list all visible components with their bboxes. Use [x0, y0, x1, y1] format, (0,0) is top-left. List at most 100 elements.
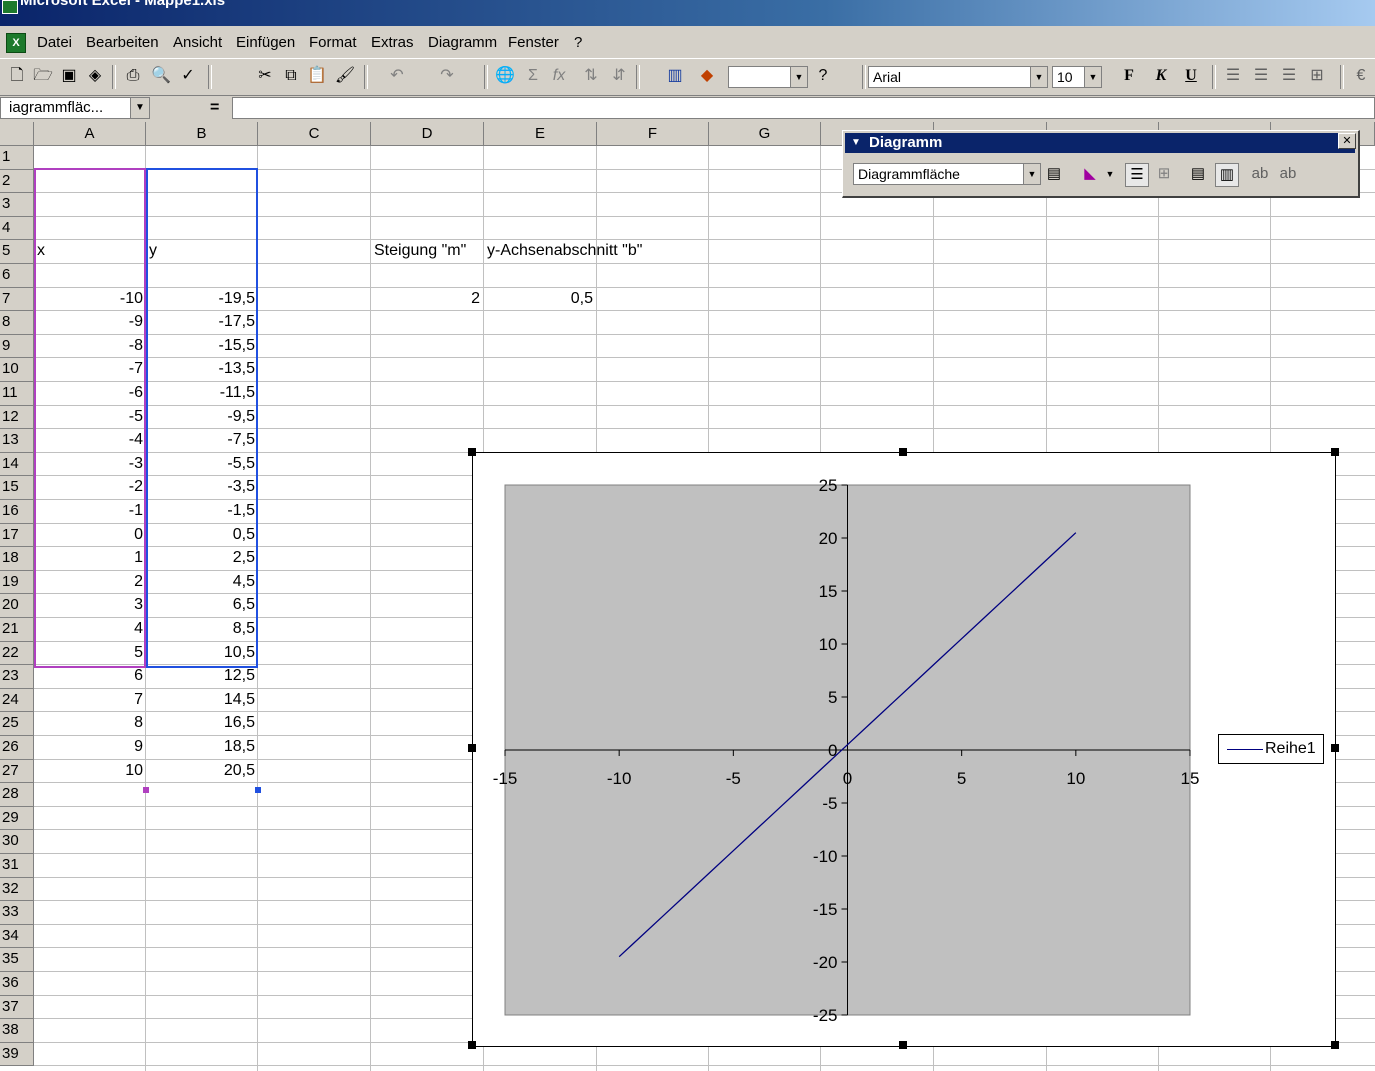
column-header-e[interactable]: E — [484, 122, 597, 146]
legend-toggle-icon[interactable]: ☰ — [1125, 163, 1149, 187]
currency-icon[interactable]: € — [1350, 65, 1372, 87]
row-header[interactable]: 8 — [0, 311, 34, 335]
row-header[interactable]: 26 — [0, 736, 34, 760]
row-header[interactable]: 27 — [0, 759, 34, 784]
redo-icon[interactable]: ↷ — [436, 65, 458, 87]
fill-handle-y[interactable] — [255, 787, 261, 793]
cut-icon[interactable]: ✂ — [254, 65, 276, 87]
permission-icon[interactable]: ◈ — [84, 65, 106, 87]
open-icon[interactable]: 🗁 — [32, 65, 54, 87]
row-header[interactable]: 5 — [0, 240, 34, 264]
cell-e5-label-intercept[interactable]: y-Achsenabschnitt "b" — [487, 240, 707, 262]
menu-fenster[interactable]: Fenster — [508, 34, 559, 51]
chevron-down-icon[interactable]: ▼ — [1084, 67, 1101, 87]
cell-x-value[interactable]: 10 — [37, 760, 143, 782]
resize-handle-top-right[interactable] — [1331, 448, 1339, 456]
cell-y-value[interactable]: 20,5 — [149, 760, 255, 782]
chart-legend[interactable]: Reihe1 — [1218, 734, 1324, 764]
align-left-icon[interactable]: ☰ — [1222, 65, 1244, 87]
align-right-icon[interactable]: ☰ — [1278, 65, 1300, 87]
row-header[interactable]: 20 — [0, 594, 34, 618]
font-name-combo[interactable]: Arial ▼ — [868, 66, 1048, 88]
resize-handle-bottom-right[interactable] — [1331, 1041, 1339, 1049]
row-header[interactable]: 14 — [0, 452, 34, 477]
row-header[interactable]: 28 — [0, 783, 34, 807]
fill-handle-x[interactable] — [143, 787, 149, 793]
chart-wizard-icon[interactable]: ▥ — [664, 65, 686, 87]
row-header[interactable]: 2 — [0, 169, 34, 194]
format-chart-area-icon[interactable]: ▤ — [1043, 163, 1065, 185]
angle-text-up-icon[interactable]: ab — [1277, 163, 1299, 185]
function-icon[interactable]: fx — [548, 65, 570, 87]
cell-e7-intercept[interactable]: 0,5 — [487, 288, 593, 310]
resize-handle-right[interactable] — [1331, 744, 1339, 752]
data-table-icon[interactable]: ⊞ — [1153, 163, 1175, 185]
row-header[interactable]: 15 — [0, 476, 34, 500]
copy-icon[interactable]: ⧉ — [280, 65, 302, 87]
row-header[interactable]: 12 — [0, 405, 34, 430]
column-header-b[interactable]: B — [146, 122, 258, 146]
hyperlink-icon[interactable]: 🌐 — [494, 65, 516, 87]
by-column-icon[interactable]: ▥ — [1215, 163, 1239, 187]
column-header-a[interactable]: A — [34, 122, 146, 146]
help-icon[interactable]: ? — [812, 65, 834, 87]
row-header[interactable]: 30 — [0, 830, 34, 854]
column-header-f[interactable]: F — [597, 122, 709, 146]
cell-y-value[interactable]: 16,5 — [149, 712, 255, 734]
row-header[interactable]: 10 — [0, 358, 34, 382]
menu-help[interactable]: ? — [574, 34, 582, 51]
chart-type-icon[interactable]: ◣ — [1079, 163, 1101, 185]
sort-ascending-icon[interactable]: ⇅ — [580, 65, 602, 87]
resize-handle-left[interactable] — [468, 744, 476, 752]
column-header-c[interactable]: C — [258, 122, 371, 146]
angle-text-down-icon[interactable]: ab — [1249, 163, 1271, 185]
cell-x-value[interactable]: 8 — [37, 712, 143, 734]
column-header-g[interactable]: G — [709, 122, 821, 146]
row-header[interactable]: 32 — [0, 877, 34, 902]
diagram-toolbar-titlebar[interactable]: ▼ Diagramm — [845, 133, 1355, 153]
chevron-down-icon[interactable]: ▼ — [790, 67, 807, 87]
resize-handle-top[interactable] — [899, 448, 907, 456]
cell-x-value[interactable]: 6 — [37, 665, 143, 687]
autosum-icon[interactable]: Σ — [522, 65, 544, 87]
chevron-down-icon[interactable]: ▼ — [130, 98, 149, 118]
row-header[interactable]: 36 — [0, 972, 34, 996]
align-center-icon[interactable]: ☰ — [1250, 65, 1272, 87]
diagram-toolbar[interactable]: ▼ Diagramm ✕ Diagrammfläche ▼ ▤ ◣ ▼ ☰ ⊞ … — [842, 130, 1360, 198]
cell-x-value[interactable]: 9 — [37, 736, 143, 758]
cell-d7-slope[interactable]: 2 — [374, 288, 480, 310]
drawing-icon[interactable]: ◆ — [696, 65, 718, 87]
column-header-d[interactable]: D — [371, 122, 484, 146]
cell-y-value[interactable]: 18,5 — [149, 736, 255, 758]
row-header[interactable]: 38 — [0, 1019, 34, 1043]
italic-button[interactable]: K — [1150, 65, 1172, 87]
bold-button[interactable]: F — [1118, 65, 1140, 87]
chevron-down-icon[interactable]: ▼ — [1099, 163, 1121, 185]
menu-diagramm[interactable]: Diagramm — [428, 34, 497, 51]
row-header[interactable]: 19 — [0, 570, 34, 595]
new-icon[interactable]: 🗋 — [6, 65, 28, 87]
row-header[interactable]: 9 — [0, 334, 34, 359]
merge-center-icon[interactable]: ⊞ — [1306, 65, 1328, 87]
row-header[interactable]: 35 — [0, 948, 34, 972]
chart-svg[interactable]: -15 -10 -5 0 5 10 15 25 20 15 10 5 0 -5 -10 -15 -20 -25 — [473, 453, 1335, 1046]
row-header[interactable]: 16 — [0, 500, 34, 524]
menu-einfuegen[interactable]: Einfügen — [236, 34, 295, 51]
format-painter-icon[interactable]: 🖌 — [334, 65, 356, 87]
spelling-icon[interactable]: ✓ — [177, 65, 199, 87]
save-icon[interactable]: ▣ — [58, 65, 80, 87]
row-header[interactable]: 25 — [0, 712, 34, 736]
chevron-down-icon[interactable]: ▼ — [1023, 164, 1040, 184]
row-header[interactable]: 1 — [0, 146, 34, 170]
toolbar-options-icon[interactable]: ▼ — [851, 133, 861, 153]
menu-bearbeiten[interactable]: Bearbeiten — [86, 34, 159, 51]
cell-x-value[interactable]: 7 — [37, 689, 143, 711]
cell-y-value[interactable]: 12,5 — [149, 665, 255, 687]
cell-y-value[interactable]: 14,5 — [149, 689, 255, 711]
close-icon[interactable]: ✕ — [1338, 133, 1356, 149]
row-header[interactable]: 6 — [0, 264, 34, 288]
row-header[interactable]: 21 — [0, 618, 34, 642]
font-size-combo[interactable]: 10 ▼ — [1052, 66, 1102, 88]
menu-datei[interactable]: Datei — [37, 34, 72, 51]
row-header[interactable]: 3 — [0, 193, 34, 217]
